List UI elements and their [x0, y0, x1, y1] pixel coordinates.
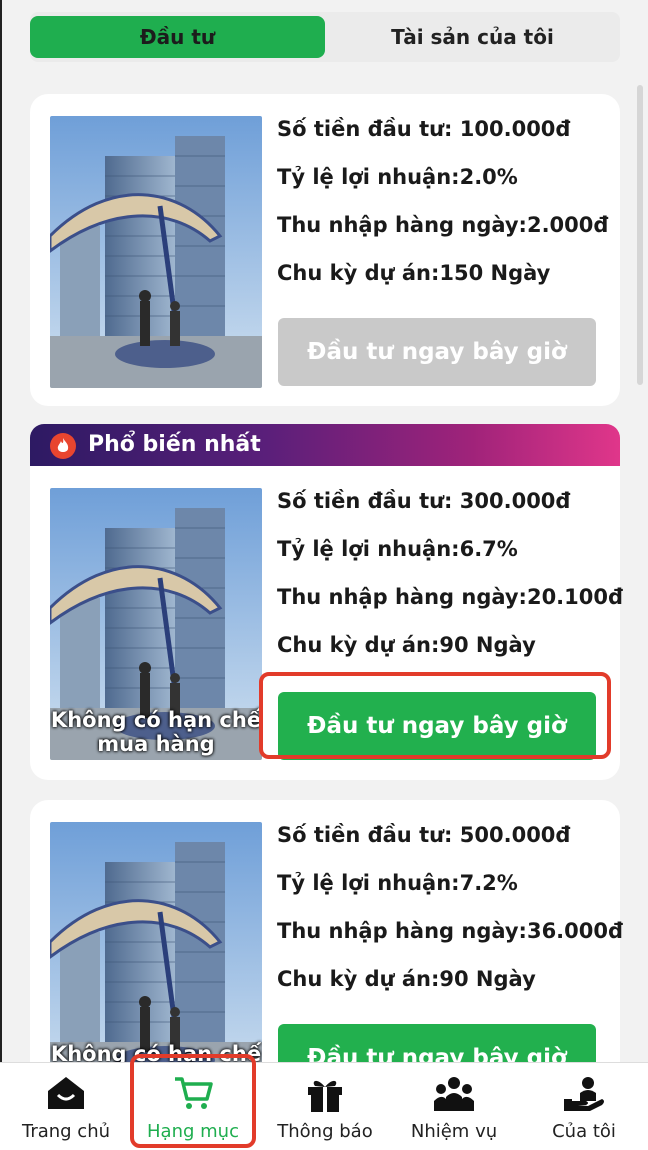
product-info: Số tiền đầu tư: 500.000đ Tỷ lệ lợi nhuận…	[277, 820, 623, 1012]
project-cycle: Chu kỳ dự án:90 Ngày	[277, 967, 536, 991]
daily-income: Thu nhập hàng ngày:2.000đ	[277, 213, 609, 237]
nav-home[interactable]: Trang chủ	[6, 1063, 126, 1150]
product-info: Số tiền đầu tư: 300.000đ Tỷ lệ lợi nhuận…	[277, 486, 623, 678]
gift-icon	[305, 1075, 345, 1117]
product-info: Số tiền đầu tư: 100.000đ Tỷ lệ lợi nhuận…	[277, 114, 608, 306]
product-card: Số tiền đầu tư: 100.000đ Tỷ lệ lợi nhuận…	[30, 94, 620, 406]
highlight-box	[259, 672, 611, 759]
product-image	[50, 116, 262, 388]
tab-invest[interactable]: Đầu tư	[30, 16, 325, 58]
tab-bar: Đầu tư Tài sản của tôi	[30, 12, 620, 62]
product-card: Không có hạn chế mua hàng Số tiền đầu tư…	[30, 466, 623, 780]
nav-label: Nhiệm vụ	[410, 1121, 498, 1142]
nav-label: Thông báo	[277, 1121, 373, 1142]
product-image: Không có hạn chế mua hàng	[50, 488, 262, 760]
nav-label: Trang chủ	[21, 1121, 111, 1142]
window-edge	[0, 0, 2, 1150]
profit-rate: Tỷ lệ lợi nhuận:7.2%	[277, 871, 518, 895]
popular-label: Phổ biến nhất	[88, 432, 261, 457]
fire-icon	[50, 433, 76, 459]
invest-now-button[interactable]: Đầu tư ngay bây giờ	[278, 318, 596, 386]
home-icon	[46, 1075, 86, 1115]
scrollbar[interactable]	[637, 85, 643, 385]
group-icon	[433, 1075, 475, 1117]
daily-income: Thu nhập hàng ngày:20.100đ	[277, 585, 624, 609]
nav-notification[interactable]: Thông báo	[265, 1063, 385, 1150]
project-cycle: Chu kỳ dự án:150 Ngày	[277, 261, 551, 285]
nav-label: Của tôi	[552, 1121, 616, 1142]
nav-me[interactable]: Của tôi	[524, 1063, 644, 1150]
investment-amount: Số tiền đầu tư: 100.000đ	[277, 117, 571, 141]
daily-income: Thu nhập hàng ngày:36.000đ	[277, 919, 624, 943]
profit-rate: Tỷ lệ lợi nhuận:2.0%	[277, 165, 518, 189]
user-hand-icon	[562, 1075, 606, 1117]
popular-banner: Phổ biến nhất	[30, 424, 620, 468]
bottom-nav: Trang chủ Hạng mục Thông báo Nhiệm vụ Củ…	[0, 1062, 648, 1150]
product-card: Không có hạn chế mua hàng Số tiền đầu tư…	[30, 800, 623, 1100]
investment-amount: Số tiền đầu tư: 300.000đ	[277, 489, 571, 513]
nav-tasks[interactable]: Nhiệm vụ	[394, 1063, 514, 1150]
profit-rate: Tỷ lệ lợi nhuận:6.7%	[277, 537, 518, 561]
no-limit-label: Không có hạn chế mua hàng	[50, 708, 262, 756]
investment-amount: Số tiền đầu tư: 500.000đ	[277, 823, 571, 847]
tab-my-assets[interactable]: Tài sản của tôi	[330, 16, 615, 58]
highlight-box	[130, 1054, 256, 1148]
project-cycle: Chu kỳ dự án:90 Ngày	[277, 633, 536, 657]
